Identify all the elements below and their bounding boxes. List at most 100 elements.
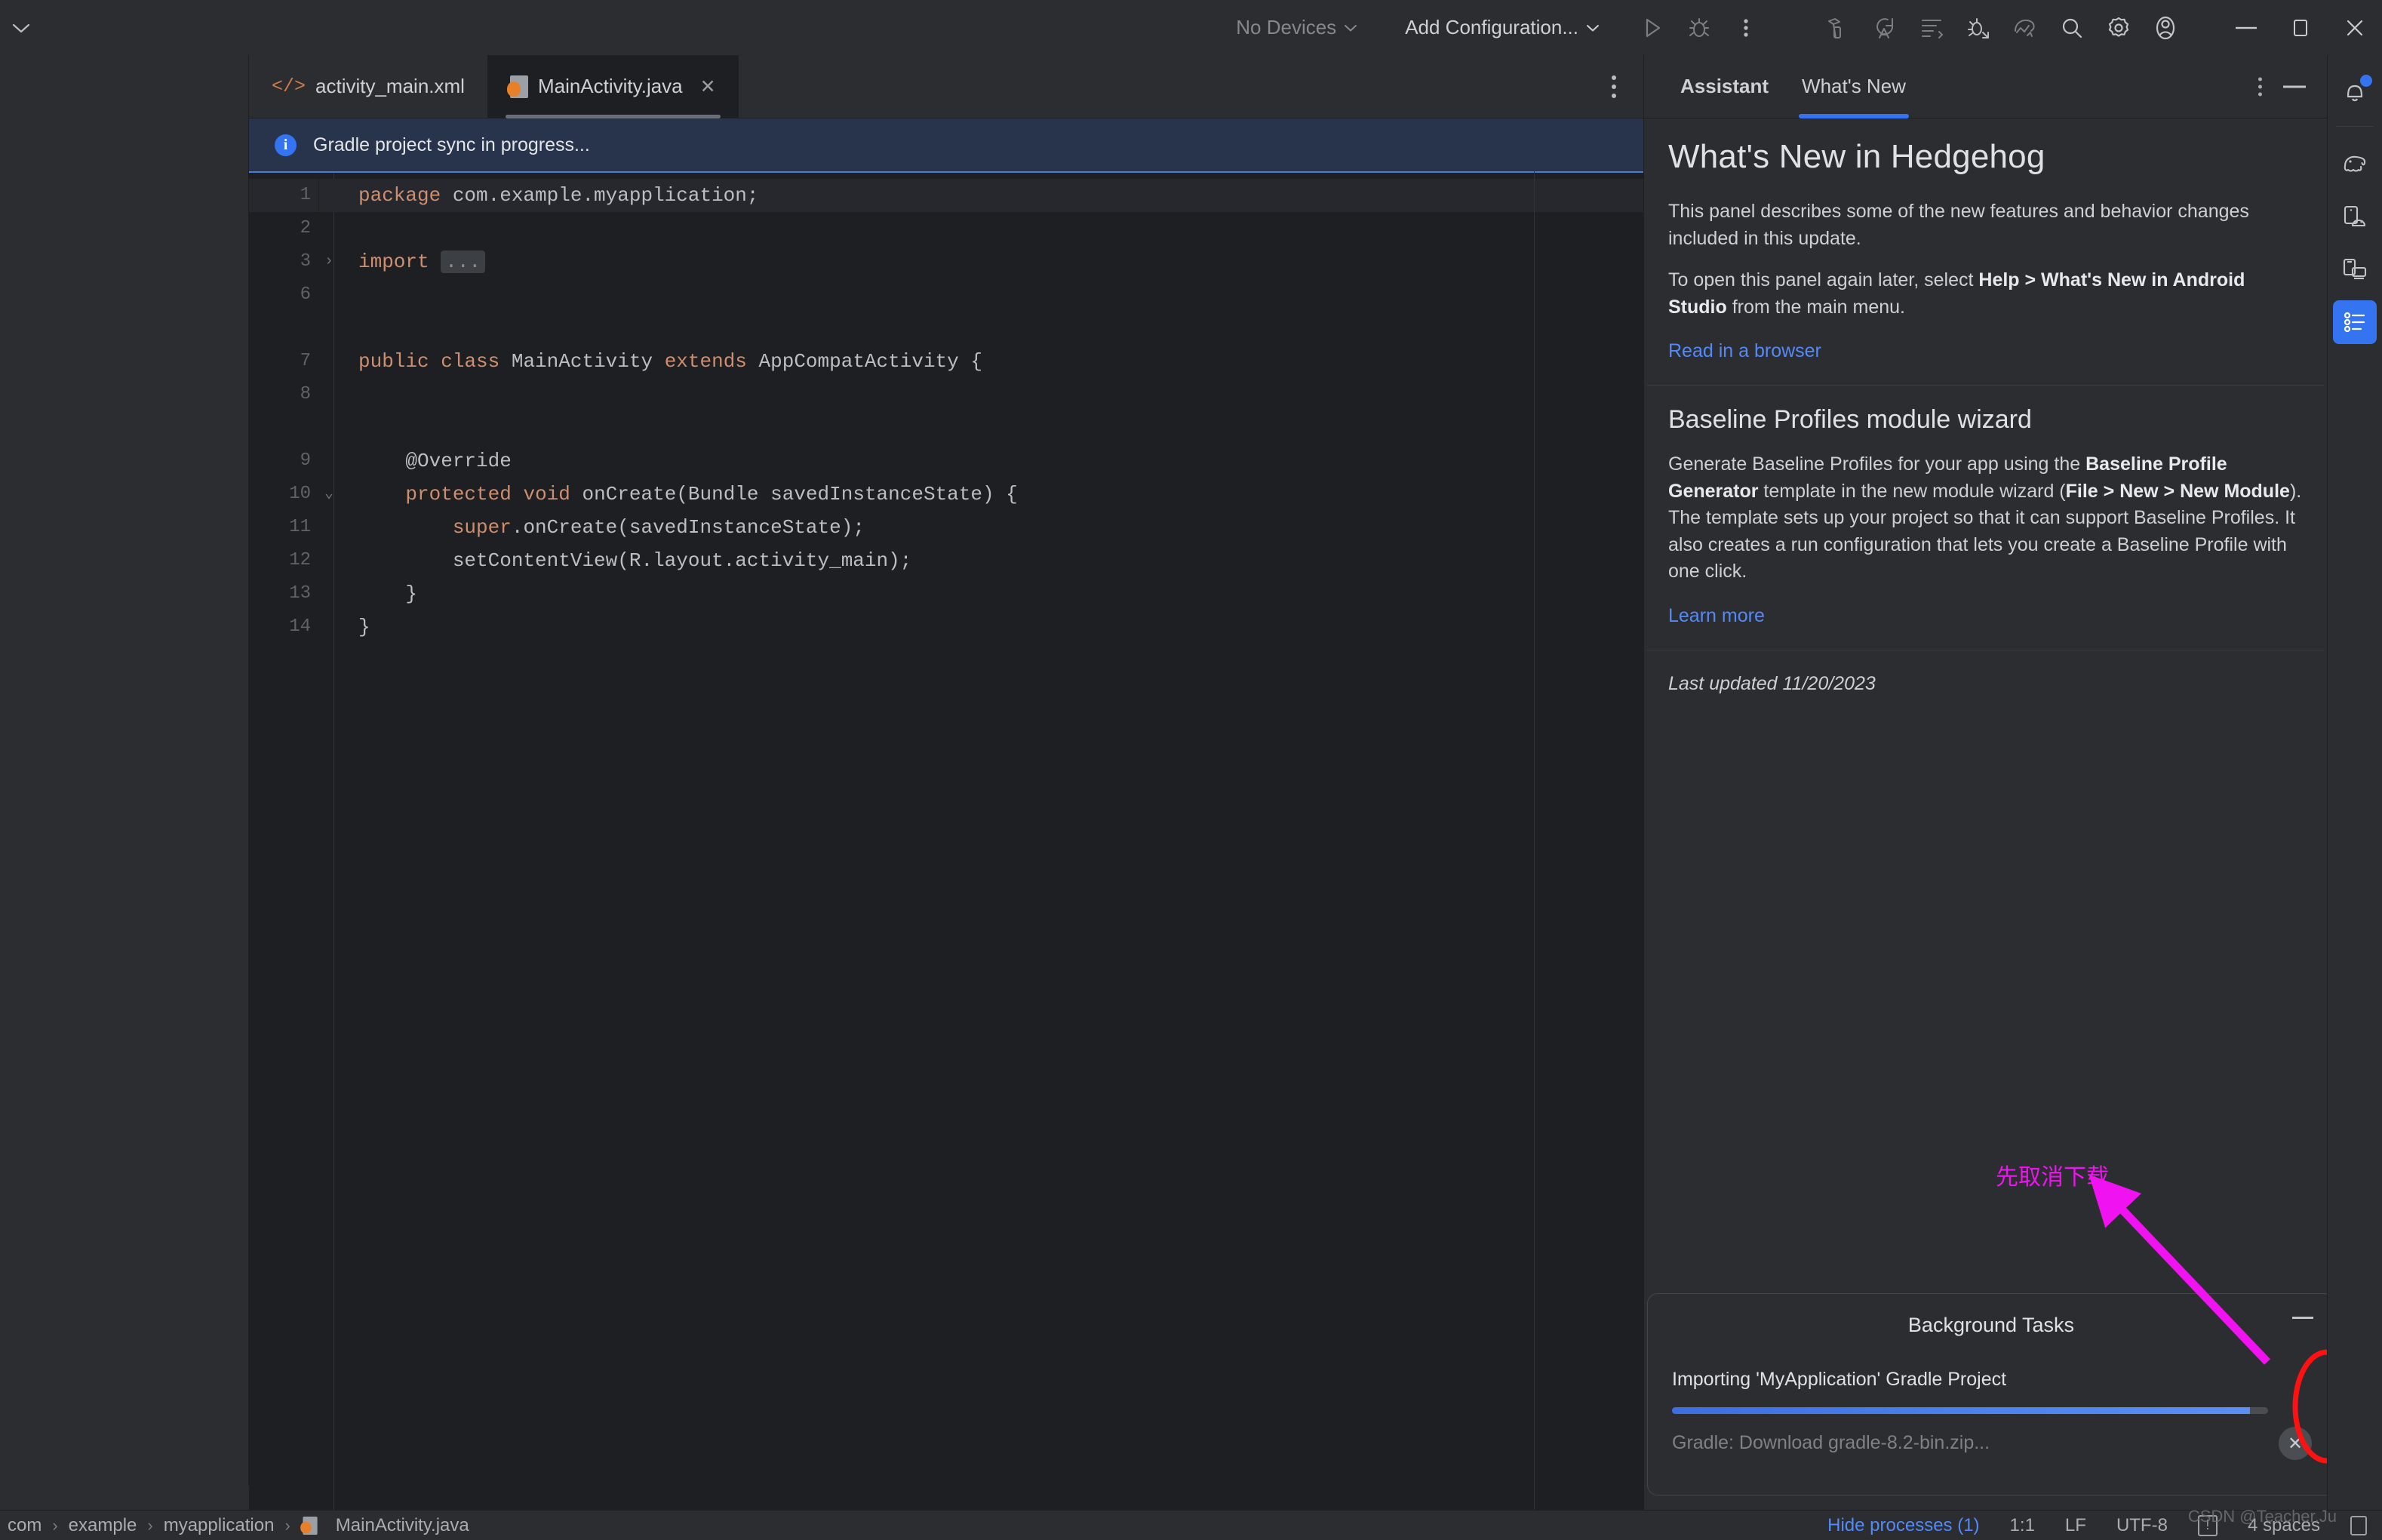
- code-line[interactable]: [358, 212, 1643, 245]
- tab-whats-new-label: What's New: [1802, 75, 1906, 97]
- close-icon[interactable]: ✕: [700, 75, 716, 98]
- code-line[interactable]: import ...: [358, 245, 1643, 278]
- breadcrumb-item[interactable]: myapplication: [164, 1515, 275, 1536]
- section-title: Baseline Profiles module wizard: [1668, 405, 2032, 434]
- device-manager-icon[interactable]: [2333, 195, 2377, 238]
- run-button[interactable]: [1629, 7, 1676, 49]
- whats-new-intro-section: What's New in Hedgehog This panel descri…: [1644, 118, 2327, 385]
- code-token: setContentView(R.layout.activity_main);: [358, 549, 912, 572]
- gradle-elephant-icon[interactable]: [2333, 142, 2377, 186]
- cancel-task-button[interactable]: ✕: [2279, 1427, 2312, 1460]
- breadcrumb-item[interactable]: com: [8, 1515, 41, 1536]
- line-number: 1: [249, 179, 318, 212]
- window-maximize-button[interactable]: [2273, 0, 2328, 55]
- editor-more-options-icon[interactable]: [1612, 75, 1616, 98]
- code-editor[interactable]: 1 2 3 › 6 7 8 9 10 ⌄ 11 12 13 14 package com.example.…: [249, 173, 1643, 1510]
- code-line[interactable]: setContentView(R.layout.activity_main);: [358, 544, 1643, 577]
- build-hammer-icon[interactable]: [1815, 7, 1861, 49]
- fold-marker-icon[interactable]: ⌄: [320, 478, 333, 511]
- window-minimize-button[interactable]: [2219, 0, 2273, 55]
- editor-tab-mainactivity-java[interactable]: MainActivity.java ✕: [487, 54, 739, 118]
- line-separator[interactable]: LF: [2065, 1515, 2086, 1536]
- code-line[interactable]: public class MainActivity extends AppCom…: [358, 345, 1643, 378]
- watermark-text: CSDN @Teacher.Ju: [2187, 1507, 2337, 1526]
- task-name: Importing 'MyApplication' Gradle Project: [1672, 1369, 2007, 1390]
- code-line[interactable]: [358, 378, 1643, 411]
- code-format-icon[interactable]: [1908, 7, 1955, 49]
- code-line[interactable]: protected void onCreate(Bundle savedInst…: [358, 478, 1643, 511]
- last-updated-text: Last updated 11/20/2023: [1668, 672, 1876, 694]
- section-b2: File > New > New Module: [2065, 480, 2290, 502]
- code-token: .onCreate(savedInstanceState);: [511, 516, 865, 539]
- settings-gear-icon[interactable]: [2095, 7, 2142, 49]
- tab-whats-new[interactable]: What's New: [1785, 55, 1923, 118]
- attach-debugger-icon[interactable]: [1955, 7, 2002, 49]
- chevron-down-icon: [1585, 20, 1600, 35]
- more-vertical-icon[interactable]: [1723, 7, 1769, 49]
- progress-bar: [1672, 1407, 2268, 1414]
- code-line[interactable]: }: [358, 610, 1643, 644]
- editor-tabbar: </> activity_main.xml MainActivity.java …: [249, 54, 1643, 118]
- read-in-a-browser-link[interactable]: Read in a browser: [1668, 340, 1821, 362]
- code-token: }: [358, 616, 370, 638]
- code-line[interactable]: [358, 411, 1643, 444]
- run-configuration-selector[interactable]: Add Configuration...: [1394, 7, 1611, 49]
- assistant-header: Assistant What's New: [1644, 55, 2327, 118]
- code-token: class: [441, 350, 500, 373]
- code-line[interactable]: @Override: [358, 444, 1643, 478]
- editor-tab-activity-main-xml[interactable]: </> activity_main.xml: [249, 55, 487, 118]
- project-panel-placeholder: [0, 55, 249, 1486]
- info-icon: i: [275, 134, 297, 156]
- code-line[interactable]: [358, 312, 1643, 345]
- gradle-sync-banner: i Gradle project sync in progress...: [249, 118, 1643, 173]
- line-number: 12: [289, 550, 311, 570]
- running-devices-icon[interactable]: [2333, 247, 2377, 291]
- fold-marker-icon[interactable]: ›: [320, 245, 333, 278]
- line-number: 11: [289, 517, 311, 537]
- learn-more-link[interactable]: Learn more: [1668, 605, 1765, 627]
- minimize-icon[interactable]: [2292, 1317, 2313, 1319]
- more-vertical-icon[interactable]: [2258, 77, 2262, 96]
- project-chevron-down-icon[interactable]: [0, 0, 42, 55]
- section-p2: template in the new module wizard (: [1758, 480, 2066, 502]
- code-token: protected: [405, 483, 512, 506]
- code-line[interactable]: [358, 278, 1643, 312]
- reopen-prefix: To open this panel again later, select: [1668, 269, 1979, 290]
- code-token: MainActivity: [499, 350, 665, 373]
- line-number: 13: [289, 583, 311, 604]
- window-close-button[interactable]: [2328, 0, 2382, 55]
- device-selector[interactable]: No Devices: [1225, 7, 1369, 49]
- android-studio-window: No Devices Add Configuration... </> acti…: [0, 0, 2382, 1540]
- notifications-icon[interactable]: [2333, 70, 2377, 114]
- assistant-icon[interactable]: [2333, 300, 2377, 344]
- encoding[interactable]: UTF-8: [2116, 1515, 2168, 1536]
- breadcrumb-item[interactable]: example: [69, 1515, 137, 1536]
- code-line[interactable]: super.onCreate(savedInstanceState);: [358, 511, 1643, 544]
- breadcrumb-item[interactable]: MainActivity.java: [336, 1515, 469, 1536]
- line-number: 10 ⌄: [249, 478, 333, 511]
- code-token: public: [358, 350, 429, 373]
- sync-gradle-icon[interactable]: [1861, 7, 1908, 49]
- line-number: 7: [300, 351, 311, 371]
- lock-icon[interactable]: [2350, 1515, 2367, 1535]
- caret-position[interactable]: 1:1: [2010, 1515, 2035, 1536]
- code-content[interactable]: package com.example.myapplication; impor…: [319, 173, 1643, 1510]
- hide-processes-link[interactable]: Hide processes (1): [1827, 1515, 1979, 1536]
- java-file-icon: [506, 75, 528, 98]
- editor-area: </> activity_main.xml MainActivity.java …: [249, 54, 1643, 1510]
- minimize-icon[interactable]: [2283, 85, 2306, 88]
- code-line[interactable]: package com.example.myapplication;: [319, 179, 1643, 212]
- notification-badge: [2360, 75, 2372, 87]
- code-line[interactable]: }: [358, 577, 1643, 610]
- device-selector-label: No Devices: [1236, 16, 1337, 38]
- profiler-icon[interactable]: [2002, 7, 2049, 49]
- editor-tab-label: activity_main.xml: [315, 75, 465, 97]
- debug-button[interactable]: [1676, 7, 1723, 49]
- tab-assistant[interactable]: Assistant: [1664, 55, 1785, 118]
- status-bar: com › example › myapplication › MainActivity.j…: [0, 1507, 2382, 1540]
- search-icon[interactable]: [2049, 7, 2095, 49]
- user-account-icon[interactable]: [2142, 7, 2189, 49]
